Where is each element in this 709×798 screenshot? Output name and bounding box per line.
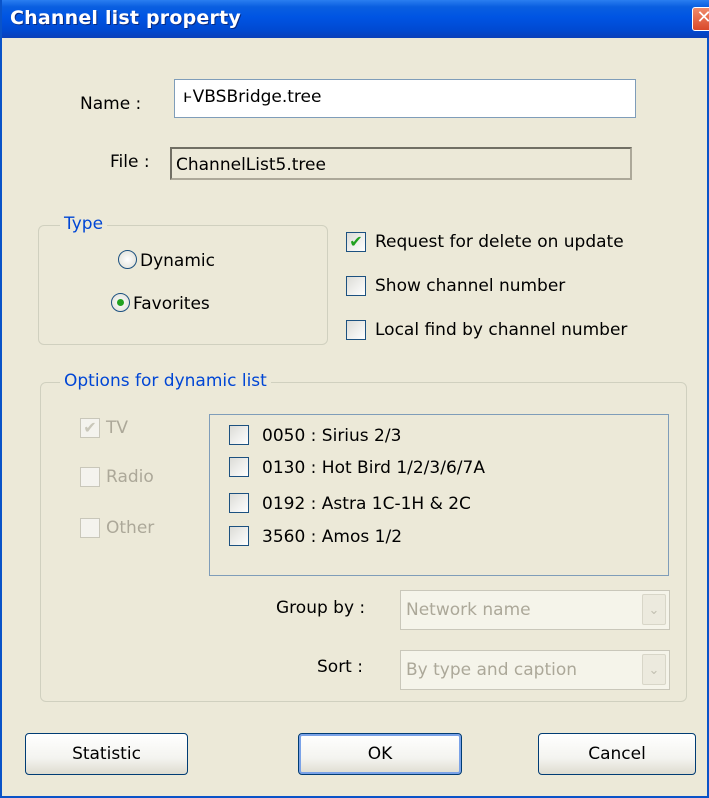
close-button[interactable]: ✕ xyxy=(692,7,709,31)
other-kind-label: Other xyxy=(106,518,155,538)
satellite-0192-label: 0192 : Astra 1C-1H & 2C xyxy=(262,494,471,514)
satellite-0130-label: 0130 : Hot Bird 1/2/3/6/7A xyxy=(262,458,485,478)
radio-selected-dot xyxy=(117,299,124,306)
local-find-label: Local find by channel number xyxy=(375,320,628,340)
satellite-0130-checkbox[interactable] xyxy=(229,457,249,477)
ok-button[interactable]: OK xyxy=(298,733,462,775)
file-label: File : xyxy=(110,152,150,172)
close-icon: ✕ xyxy=(696,7,709,28)
name-input-value: ⱶVBSBridge.tree xyxy=(183,87,322,107)
file-field: ChannelList5.tree xyxy=(170,147,632,180)
type-group xyxy=(38,225,328,345)
radio-dynamic[interactable] xyxy=(118,250,137,269)
group-by-value: Network name xyxy=(406,600,531,620)
type-group-legend: Type xyxy=(60,214,108,234)
check-icon: ✔ xyxy=(83,418,97,437)
cancel-button[interactable]: Cancel xyxy=(538,733,696,775)
name-label: Name : xyxy=(80,94,142,114)
request-delete-checkbox[interactable]: ✔ xyxy=(346,232,366,252)
dialog-window: Channel list property ✕ Name : ⱶVBSBridg… xyxy=(0,0,709,798)
title-bar[interactable]: Channel list property xyxy=(2,0,709,38)
statistic-button[interactable]: Statistic xyxy=(25,733,188,775)
satellite-0050-checkbox[interactable] xyxy=(229,425,249,445)
chevron-down-icon[interactable]: ⌄ xyxy=(642,594,666,625)
radio-dynamic-label: Dynamic xyxy=(140,251,215,271)
local-find-checkbox[interactable] xyxy=(346,320,366,340)
radio-favorites[interactable] xyxy=(111,293,130,312)
group-by-select[interactable]: Network name ⌄ xyxy=(400,590,670,630)
check-icon: ✔ xyxy=(349,232,363,251)
dynamic-options-legend: Options for dynamic list xyxy=(60,371,271,391)
sort-select[interactable]: By type and caption ⌄ xyxy=(400,650,670,690)
file-field-value: ChannelList5.tree xyxy=(176,155,326,175)
show-channel-number-checkbox[interactable] xyxy=(346,276,366,296)
satellite-3560-checkbox[interactable] xyxy=(229,526,249,546)
window-title: Channel list property xyxy=(10,7,241,29)
satellite-0192-checkbox[interactable] xyxy=(229,493,249,513)
chevron-down-icon[interactable]: ⌄ xyxy=(642,654,666,685)
name-input[interactable]: ⱶVBSBridge.tree xyxy=(174,79,636,118)
sort-value: By type and caption xyxy=(406,660,578,680)
tv-checkbox[interactable]: ✔ xyxy=(80,418,100,438)
radio-favorites-label: Favorites xyxy=(133,294,210,314)
show-channel-number-label: Show channel number xyxy=(375,276,566,296)
sort-label: Sort : xyxy=(317,657,363,677)
satellite-0050-label: 0050 : Sirius 2/3 xyxy=(262,426,402,446)
request-delete-label: Request for delete on update xyxy=(375,232,624,252)
other-kind-checkbox[interactable] xyxy=(80,518,100,538)
radio-kind-checkbox[interactable] xyxy=(80,467,100,487)
tv-label: TV xyxy=(106,418,129,438)
group-by-label: Group by : xyxy=(276,598,366,618)
satellite-3560-label: 3560 : Amos 1/2 xyxy=(262,527,403,547)
radio-kind-label: Radio xyxy=(106,467,154,487)
